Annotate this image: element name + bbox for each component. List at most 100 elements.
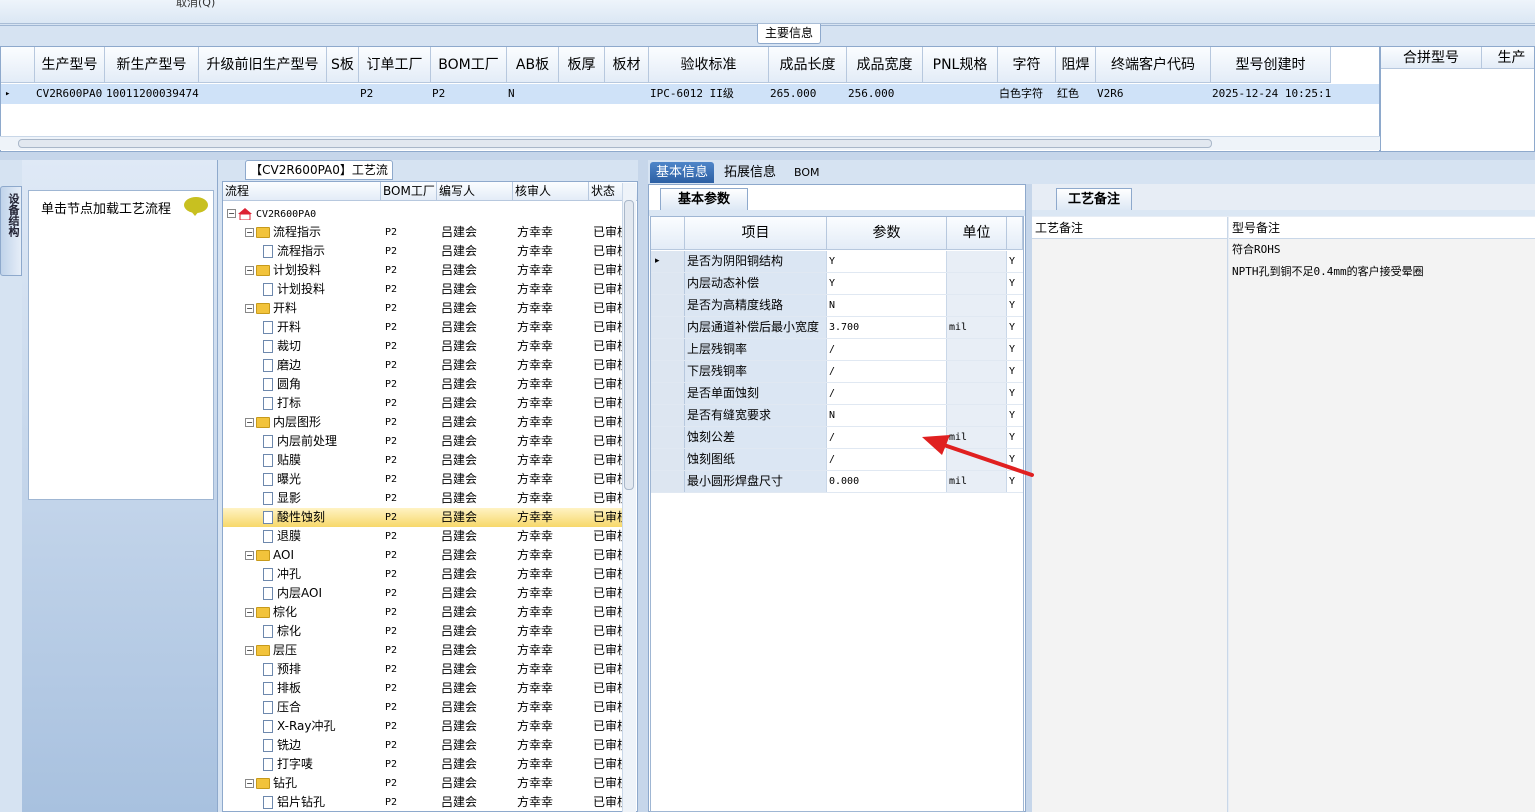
param-row[interactable]: 内层通道补偿后最小宽度 3.700 mil Y xyxy=(651,317,1023,339)
table-cell[interactable]: 2025-12-24 10:25:12 xyxy=(1211,84,1331,104)
tree-node[interactable]: 压合 xyxy=(263,698,381,717)
column-header[interactable]: 新生产型号 xyxy=(105,47,199,83)
scrollbar-thumb[interactable] xyxy=(624,200,634,490)
tree-node[interactable]: 冲孔 xyxy=(263,565,381,584)
tree-row[interactable]: 铝片钻孔 P2 吕建会 方幸幸 已审核 xyxy=(223,793,629,811)
param-row[interactable]: 是否单面蚀刻 / Y xyxy=(651,383,1023,405)
tree-node[interactable]: 贴膜 xyxy=(263,451,381,470)
tree-node[interactable]: 圆角 xyxy=(263,375,381,394)
param-value[interactable]: / xyxy=(827,361,947,382)
table-cell[interactable]: P2 xyxy=(359,84,431,104)
row-indicator[interactable] xyxy=(651,273,685,294)
table-cell[interactable]: 10011200039474 xyxy=(105,84,199,104)
tree-row[interactable]: 酸性蚀刻 P2 吕建会 方幸幸 已审核 xyxy=(223,508,629,527)
row-indicator[interactable] xyxy=(651,427,685,448)
row-indicator[interactable] xyxy=(651,339,685,360)
table-cell[interactable]: N xyxy=(507,84,559,104)
tree-row[interactable]: 铣边 P2 吕建会 方幸幸 已审核 xyxy=(223,736,629,755)
column-header[interactable]: 订单工厂 xyxy=(359,47,431,83)
collapse-icon[interactable]: − xyxy=(245,779,254,788)
tree-node[interactable]: 退膜 xyxy=(263,527,381,546)
row-indicator[interactable] xyxy=(651,471,685,492)
tree-node[interactable]: − CV2R600PA0 xyxy=(227,204,381,223)
tree-node[interactable]: − 棕化 xyxy=(245,603,381,622)
tree-row[interactable]: 排板 P2 吕建会 方幸幸 已审核 xyxy=(223,679,629,698)
param-row[interactable]: ▸ 是否为阴阳铜结构 Y Y xyxy=(651,251,1023,273)
column-header[interactable]: BOM工厂 xyxy=(381,182,437,201)
param-value[interactable]: 3.700 xyxy=(827,317,947,338)
tree-node[interactable]: 曝光 xyxy=(263,470,381,489)
tree-row[interactable]: 压合 P2 吕建会 方幸幸 已审核 xyxy=(223,698,629,717)
tree-row[interactable]: − 内层图形 P2 吕建会 方幸幸 已审核 xyxy=(223,413,629,432)
tree-node[interactable]: − 层压 xyxy=(245,641,381,660)
column-header[interactable]: 型号创建时 xyxy=(1211,47,1331,83)
tree-row[interactable]: − 流程指示 P2 吕建会 方幸幸 已审核 xyxy=(223,223,629,242)
tree-row[interactable]: 打字唛 P2 吕建会 方幸幸 已审核 xyxy=(223,755,629,774)
collapse-icon[interactable]: − xyxy=(245,418,254,427)
tree-row[interactable]: 冲孔 P2 吕建会 方幸幸 已审核 xyxy=(223,565,629,584)
table-cell[interactable]: 265.000 xyxy=(769,84,847,104)
column-header[interactable]: 升级前旧生产型号 xyxy=(199,47,327,83)
tab-basic-info[interactable]: 基本信息 xyxy=(650,162,715,183)
tree-row[interactable]: 开料 P2 吕建会 方幸幸 已审核 xyxy=(223,318,629,337)
param-value[interactable]: Y xyxy=(827,273,947,294)
tree-row[interactable]: 预排 P2 吕建会 方幸幸 已审核 xyxy=(223,660,629,679)
collapse-icon[interactable]: − xyxy=(245,551,254,560)
tree-node[interactable]: − 内层图形 xyxy=(245,413,381,432)
tree-node[interactable]: 排板 xyxy=(263,679,381,698)
tree-node[interactable]: 磨边 xyxy=(263,356,381,375)
column-header[interactable]: 验收标准 xyxy=(649,47,769,83)
tree-row[interactable]: − 计划投料 P2 吕建会 方幸幸 已审核 xyxy=(223,261,629,280)
tree-node[interactable]: 流程指示 xyxy=(263,242,381,261)
param-value[interactable]: Y xyxy=(827,251,947,272)
column-header[interactable]: 单位 xyxy=(947,217,1007,250)
param-value[interactable]: N xyxy=(827,295,947,316)
table-cell[interactable] xyxy=(923,84,998,104)
tree-row[interactable]: 内层AOI P2 吕建会 方幸幸 已审核 xyxy=(223,584,629,603)
column-header[interactable]: 核审人 xyxy=(513,182,589,201)
column-header[interactable]: 板材 xyxy=(605,47,649,83)
table-cell[interactable]: CV2R600PA0 xyxy=(35,84,105,104)
column-header[interactable]: S板 xyxy=(327,47,359,83)
table-cell[interactable]: 白色字符 xyxy=(998,84,1056,104)
tree-row[interactable]: 贴膜 P2 吕建会 方幸幸 已审核 xyxy=(223,451,629,470)
column-header[interactable]: AB板 xyxy=(507,47,559,83)
param-row[interactable]: 上层残铜率 / Y xyxy=(651,339,1023,361)
row-indicator[interactable] xyxy=(651,317,685,338)
column-header[interactable]: PNL规格 xyxy=(923,47,998,83)
tab-extended-info[interactable]: 拓展信息 xyxy=(718,162,782,183)
table-cell[interactable] xyxy=(559,84,605,104)
param-value[interactable]: N xyxy=(827,405,947,426)
table-cell[interactable]: P2 xyxy=(431,84,507,104)
param-value[interactable]: / xyxy=(827,339,947,360)
table-cell[interactable]: 256.000 xyxy=(847,84,923,104)
table-cell[interactable] xyxy=(199,84,327,104)
collapse-icon[interactable]: − xyxy=(245,266,254,275)
column-header[interactable]: 成品长度 xyxy=(769,47,847,83)
tree-node[interactable]: 打字唛 xyxy=(263,755,381,774)
tree-row[interactable]: − 棕化 P2 吕建会 方幸幸 已审核 xyxy=(223,603,629,622)
tab-process-notes[interactable]: 工艺备注 xyxy=(1056,188,1132,210)
tree-node[interactable]: − 计划投料 xyxy=(245,261,381,280)
column-header[interactable]: 型号备注 xyxy=(1229,217,1535,239)
column-header[interactable]: 生产 xyxy=(1481,47,1534,69)
param-row[interactable]: 是否为高精度线路 N Y xyxy=(651,295,1023,317)
tree-row[interactable]: − 钻孔 P2 吕建会 方幸幸 已审核 xyxy=(223,774,629,793)
tab-main-info[interactable]: 主要信息 xyxy=(757,24,821,44)
tree-row[interactable]: 显影 P2 吕建会 方幸幸 已审核 xyxy=(223,489,629,508)
param-value[interactable]: / xyxy=(827,383,947,404)
tree-node[interactable]: 打标 xyxy=(263,394,381,413)
tree-node[interactable]: 铣边 xyxy=(263,736,381,755)
param-row[interactable]: 内层动态补偿 Y Y xyxy=(651,273,1023,295)
column-header[interactable]: BOM工厂 xyxy=(431,47,507,83)
table-cell[interactable]: 红色 xyxy=(1056,84,1096,104)
vertical-splitter[interactable] xyxy=(638,160,648,812)
table-cell[interactable]: V2R6 xyxy=(1096,84,1211,104)
tree-row[interactable]: 磨边 P2 吕建会 方幸幸 已审核 xyxy=(223,356,629,375)
column-header[interactable]: 终端客户代码 xyxy=(1096,47,1211,83)
tree-node[interactable]: 棕化 xyxy=(263,622,381,641)
tab-bom[interactable]: BOM xyxy=(788,162,826,183)
tree-row[interactable]: − 开料 P2 吕建会 方幸幸 已审核 xyxy=(223,299,629,318)
row-indicator[interactable]: ▸ xyxy=(1,84,35,104)
collapse-icon[interactable]: − xyxy=(245,228,254,237)
